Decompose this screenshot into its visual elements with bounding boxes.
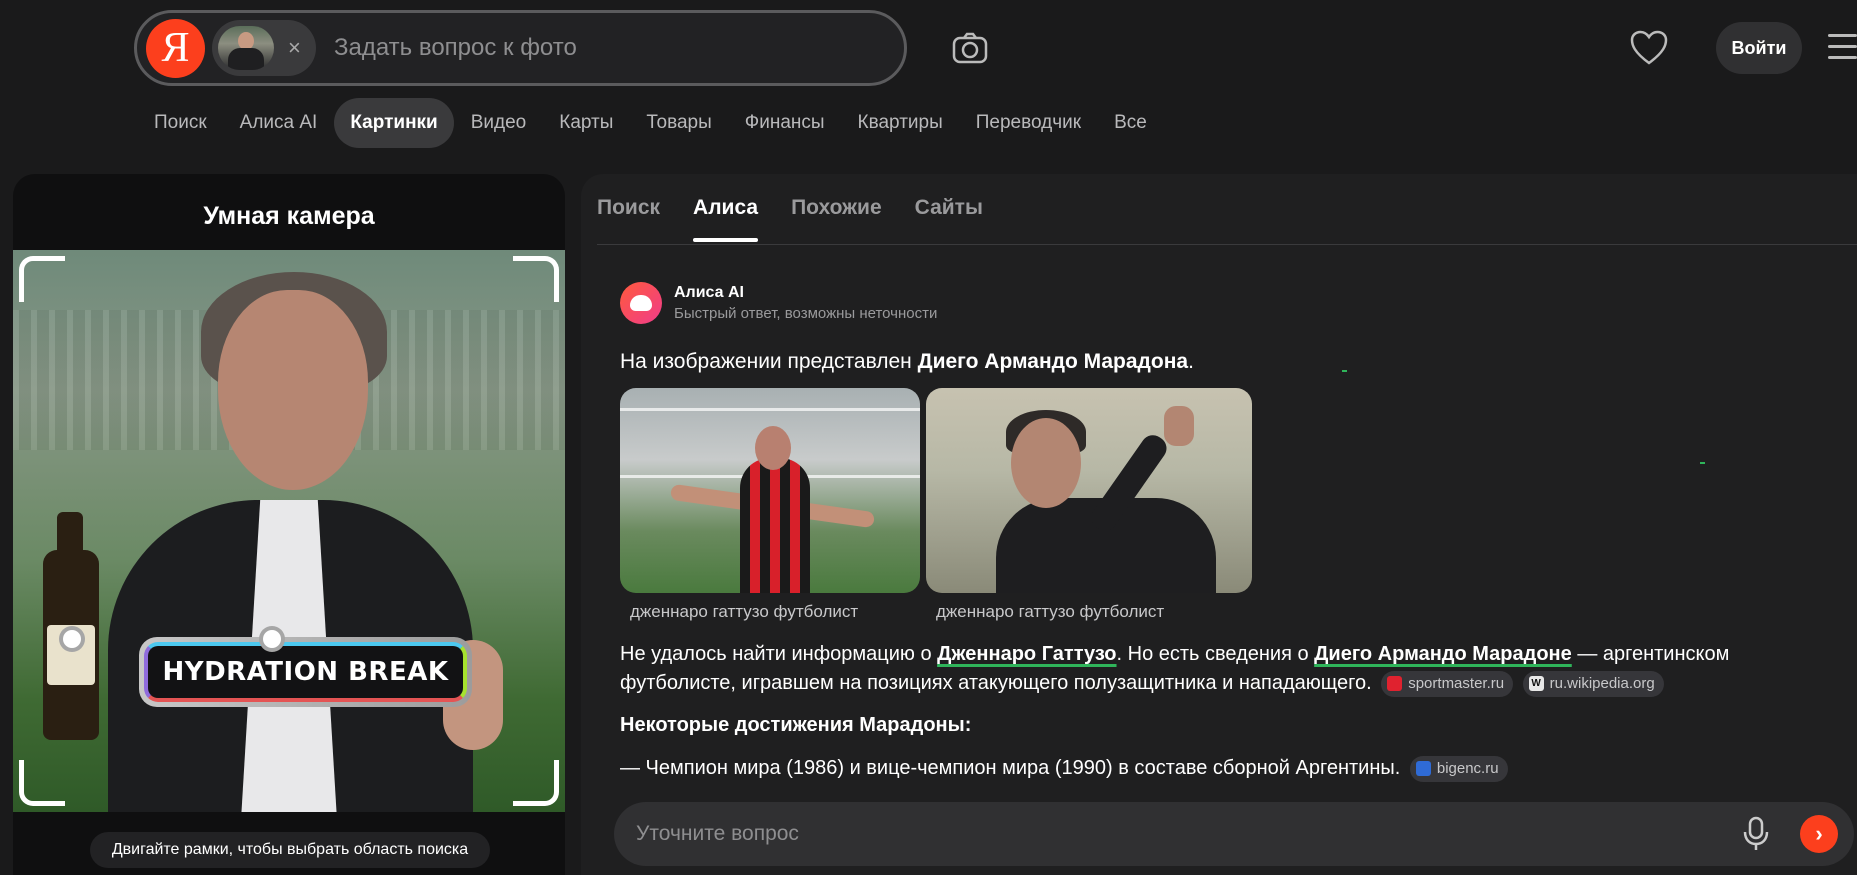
hydration-break-banner: HYDRATION BREAK (139, 637, 472, 707)
smart-camera-panel: Умная камера HYDRATION BREAK Двигайте ра… (13, 174, 565, 875)
yandex-logo[interactable]: Я (146, 18, 205, 78)
results-panel: Поиск Алиса Похожие Сайты Алиса AI Быстр… (581, 174, 1857, 875)
nav-item-images[interactable]: Картинки (334, 98, 454, 148)
achievements-heading: Некоторые достижения Марадоны: (620, 714, 972, 736)
decoration (1342, 370, 1347, 372)
crop-handle-bottom-left[interactable] (19, 760, 65, 806)
alice-name: Алиса AI (674, 284, 744, 301)
achievement-item: — Чемпион мира (1986) и вице-чемпион мир… (620, 754, 1850, 783)
search-bar[interactable]: Я × Задать вопрос к фото (134, 10, 907, 86)
panel-title: Умная камера (203, 202, 375, 230)
nav-item-all[interactable]: Все (1098, 98, 1163, 148)
object-dot[interactable] (59, 626, 85, 652)
camera-icon[interactable] (950, 28, 990, 68)
nav-item-maps[interactable]: Карты (543, 98, 629, 148)
crop-handle-bottom-right[interactable] (513, 760, 559, 806)
maradona-link[interactable]: Диего Армандо Марадоне (1314, 643, 1572, 665)
tab-alice[interactable]: Алиса (693, 196, 759, 242)
alice-header: Алиса AI Быстрый ответ, возможны неточно… (620, 282, 937, 324)
tab-similar[interactable]: Похожие (791, 196, 882, 242)
image-query-chip[interactable]: × (212, 20, 316, 76)
nav-item-alice[interactable]: Алиса AI (224, 98, 334, 148)
followup-input[interactable]: Уточните вопрос (636, 822, 1742, 846)
nav-item-video[interactable]: Видео (455, 98, 543, 148)
object-dot[interactable] (259, 626, 285, 652)
source-badge-wikipedia[interactable]: Wru.wikipedia.org (1522, 670, 1664, 697)
close-icon[interactable]: × (288, 35, 301, 61)
crop-handle-top-right[interactable] (513, 256, 559, 302)
result-image-2[interactable] (926, 388, 1252, 593)
answer-summary: На изображении представлен Диего Армандо… (620, 350, 1194, 373)
nav-item-finance[interactable]: Финансы (729, 98, 841, 148)
tab-sites[interactable]: Сайты (915, 196, 983, 242)
query-photo[interactable]: HYDRATION BREAK (13, 250, 565, 812)
nav-item-realty[interactable]: Квартиры (842, 98, 959, 148)
results-tabs: Поиск Алиса Похожие Сайты (597, 196, 1016, 242)
alice-icon (620, 282, 662, 324)
service-nav: Поиск Алиса AI Картинки Видео Карты Това… (138, 98, 1164, 148)
microphone-icon[interactable] (1742, 816, 1770, 852)
nav-item-translator[interactable]: Переводчик (960, 98, 1097, 148)
decoration (1700, 462, 1705, 464)
page: Я × Задать вопрос к фото Войти Поиск Али… (0, 0, 1857, 875)
crop-hint: Двигайте рамки, чтобы выбрать область по… (90, 832, 490, 868)
login-button[interactable]: Войти (1716, 22, 1802, 74)
gattuso-link[interactable]: Дженнаро Гаттузо (937, 643, 1116, 665)
search-input[interactable]: Задать вопрос к фото (334, 34, 577, 62)
query-image-thumbnail (218, 26, 274, 70)
image-caption-2[interactable]: дженнаро гаттузо футболист (936, 602, 1164, 622)
followup-input-bar[interactable]: Уточните вопрос › (614, 802, 1854, 866)
divider (597, 244, 1857, 245)
wikipedia-icon: W (1528, 676, 1544, 692)
tab-search[interactable]: Поиск (597, 196, 660, 242)
answer-paragraph: Не удалось найти информацию о Дженнаро Г… (620, 640, 1850, 698)
nav-item-search[interactable]: Поиск (138, 98, 223, 148)
sportmaster-icon (1387, 676, 1403, 692)
heart-icon[interactable] (1630, 30, 1668, 66)
nav-item-goods[interactable]: Товары (630, 98, 727, 148)
source-badge-sportmaster[interactable]: sportmaster.ru (1381, 670, 1514, 697)
send-button[interactable]: › (1800, 815, 1838, 853)
alice-disclaimer: Быстрый ответ, возможны неточности (674, 305, 938, 322)
image-caption-1[interactable]: дженнаро гаттузо футболист (630, 602, 858, 622)
bigenc-icon (1415, 761, 1431, 777)
answer-entity: Диего Армандо Марадона (917, 350, 1189, 373)
result-image-1[interactable] (620, 388, 920, 593)
source-badge-bigenc[interactable]: bigenc.ru (1409, 755, 1508, 782)
crop-handle-top-left[interactable] (19, 256, 65, 302)
hamburger-icon[interactable] (1828, 34, 1857, 62)
